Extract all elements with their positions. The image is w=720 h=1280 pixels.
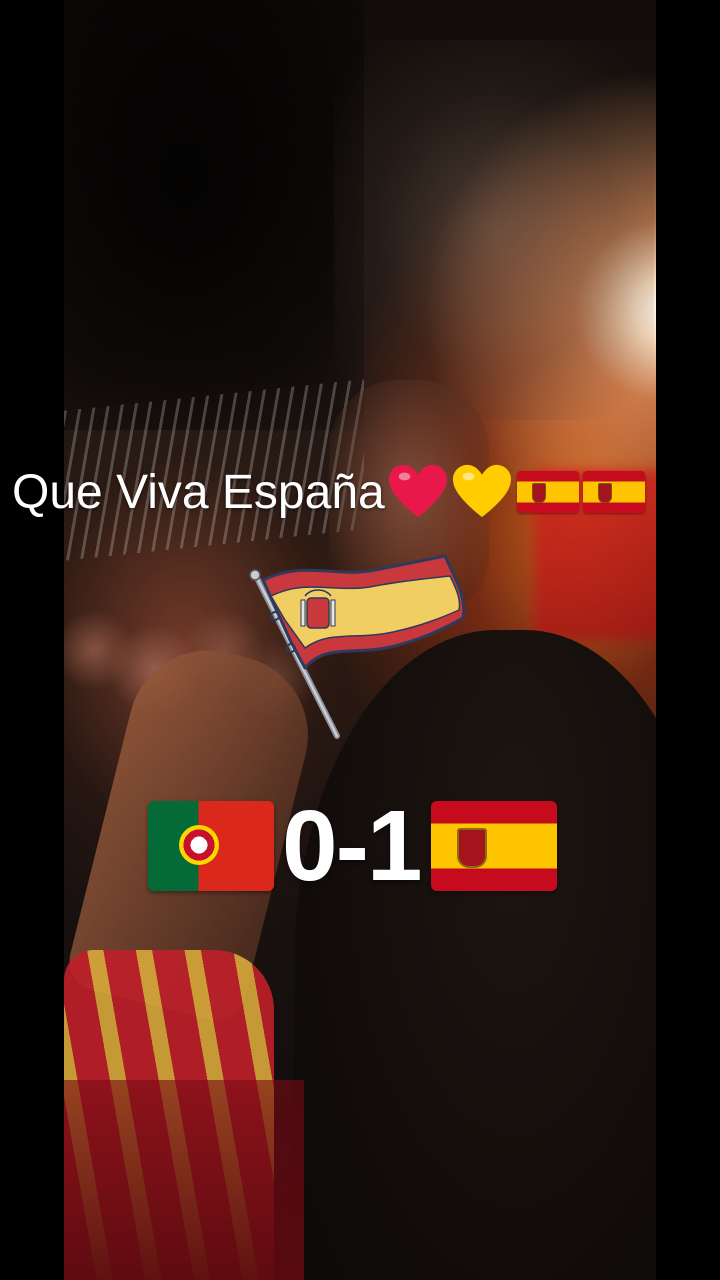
caption-text: Que Viva España bbox=[12, 465, 385, 519]
background-face bbox=[334, 40, 654, 420]
spain-flag-icon bbox=[430, 801, 557, 891]
red-heart-icon bbox=[387, 463, 449, 521]
match-score: 0-1 bbox=[148, 796, 557, 896]
scarf-shadow bbox=[64, 1080, 304, 1280]
spain-flag-icon bbox=[582, 471, 645, 513]
spain-flag-icon bbox=[516, 471, 579, 513]
waving-spain-flag-sticker bbox=[245, 548, 470, 743]
background-shadow bbox=[64, 0, 364, 430]
caption-overlay: Que Viva España bbox=[12, 460, 645, 524]
score-text: 0-1 bbox=[282, 790, 423, 902]
yellow-heart-icon bbox=[451, 463, 513, 521]
portugal-flag-icon bbox=[148, 801, 274, 891]
